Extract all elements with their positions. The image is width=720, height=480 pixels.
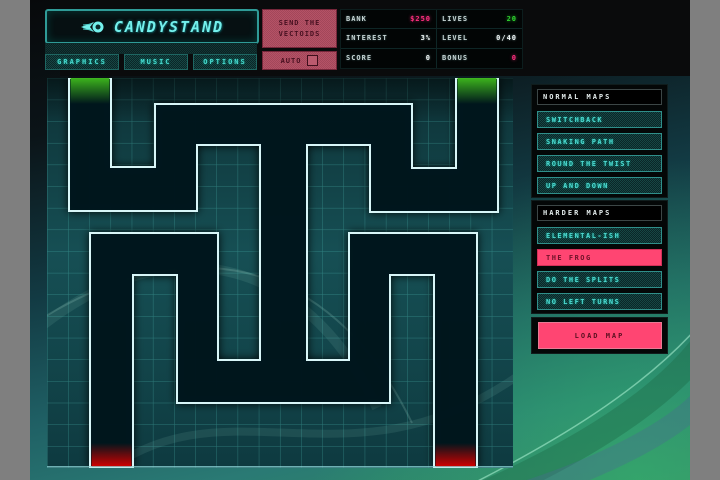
- map-button-switchback[interactable]: SWITCHBACK: [537, 111, 662, 128]
- candystand-logo: CANDYSTAND: [45, 9, 259, 44]
- logo-divider-strip: [45, 43, 257, 54]
- score-value: 0: [426, 54, 431, 62]
- send-button-line1: SEND THE: [279, 18, 321, 29]
- comet-icon: [80, 19, 110, 35]
- auto-checkbox[interactable]: [307, 55, 318, 66]
- level-value: 0/40: [496, 34, 517, 42]
- music-button[interactable]: MUSIC: [124, 54, 188, 70]
- interest-label: INTEREST: [346, 34, 388, 42]
- stats-panel: BANK $250 LIVES 20 INTEREST 3% LEVEL 0/4…: [340, 9, 523, 69]
- send-the-vectoids-button[interactable]: SEND THE VECTOIDS: [262, 9, 337, 48]
- send-button-line2: VECTOIDS: [279, 29, 321, 40]
- normal-maps-panel: NORMAL MAPS SWITCHBACK SNAKING PATH ROUND …: [531, 84, 668, 198]
- harder-maps-panel: HARDER MAPS ELEMENTAL-ISH THE FROG DO THE …: [531, 200, 668, 314]
- map-button-snaking-path[interactable]: SNAKING PATH: [537, 133, 662, 150]
- score-label: SCORE: [346, 54, 372, 62]
- interest-stat: INTEREST 3%: [341, 29, 437, 48]
- bonus-stat: BONUS 0: [437, 49, 522, 68]
- level-label: LEVEL: [442, 34, 468, 42]
- auto-toggle-button[interactable]: AUTO: [262, 51, 337, 70]
- map-button-round-the-twist[interactable]: ROUND THE TWIST: [537, 155, 662, 172]
- score-stat: SCORE 0: [341, 49, 437, 68]
- load-map-panel: LOAD MAP: [531, 317, 668, 354]
- map-button-elemental-ish[interactable]: ELEMENTAL-ISH: [537, 227, 662, 244]
- auto-label: AUTO: [281, 57, 302, 65]
- level-stat: LEVEL 0/40: [437, 29, 522, 48]
- map-button-no-left-turns[interactable]: NO LEFT TURNS: [537, 293, 662, 310]
- options-button[interactable]: OPTIONS: [193, 54, 257, 70]
- logo-text: CANDYSTAND: [114, 18, 224, 36]
- map-button-the-frog[interactable]: THE FROG: [537, 249, 662, 266]
- bonus-value: 0: [512, 54, 517, 62]
- harder-maps-list: ELEMENTAL-ISH THE FROG DO THE SPLITS NO LEF…: [537, 227, 662, 310]
- normal-maps-list: SWITCHBACK SNAKING PATH ROUND THE TWIST UP …: [537, 111, 662, 194]
- lives-stat: LIVES 20: [437, 10, 522, 29]
- graphics-button[interactable]: GRAPHICS: [45, 54, 119, 70]
- load-map-button[interactable]: LOAD MAP: [538, 322, 662, 349]
- bank-stat: BANK $250: [341, 10, 437, 29]
- harder-maps-header: HARDER MAPS: [537, 205, 662, 221]
- map-button-up-and-down[interactable]: UP AND DOWN: [537, 177, 662, 194]
- bonus-label: BONUS: [442, 54, 468, 62]
- maze-canvas: [47, 78, 513, 468]
- maze-playfield: [47, 78, 513, 468]
- lives-value: 20: [507, 15, 517, 23]
- map-button-do-the-splits[interactable]: DO THE SPLITS: [537, 271, 662, 288]
- bank-value: $250: [410, 15, 431, 23]
- normal-maps-header: NORMAL MAPS: [537, 89, 662, 105]
- page-background: CANDYSTAND GRAPHICS MUSIC OPTIONS SEND T…: [0, 0, 720, 480]
- lives-label: LIVES: [442, 15, 468, 23]
- bank-label: BANK: [346, 15, 367, 23]
- interest-value: 3%: [421, 34, 431, 42]
